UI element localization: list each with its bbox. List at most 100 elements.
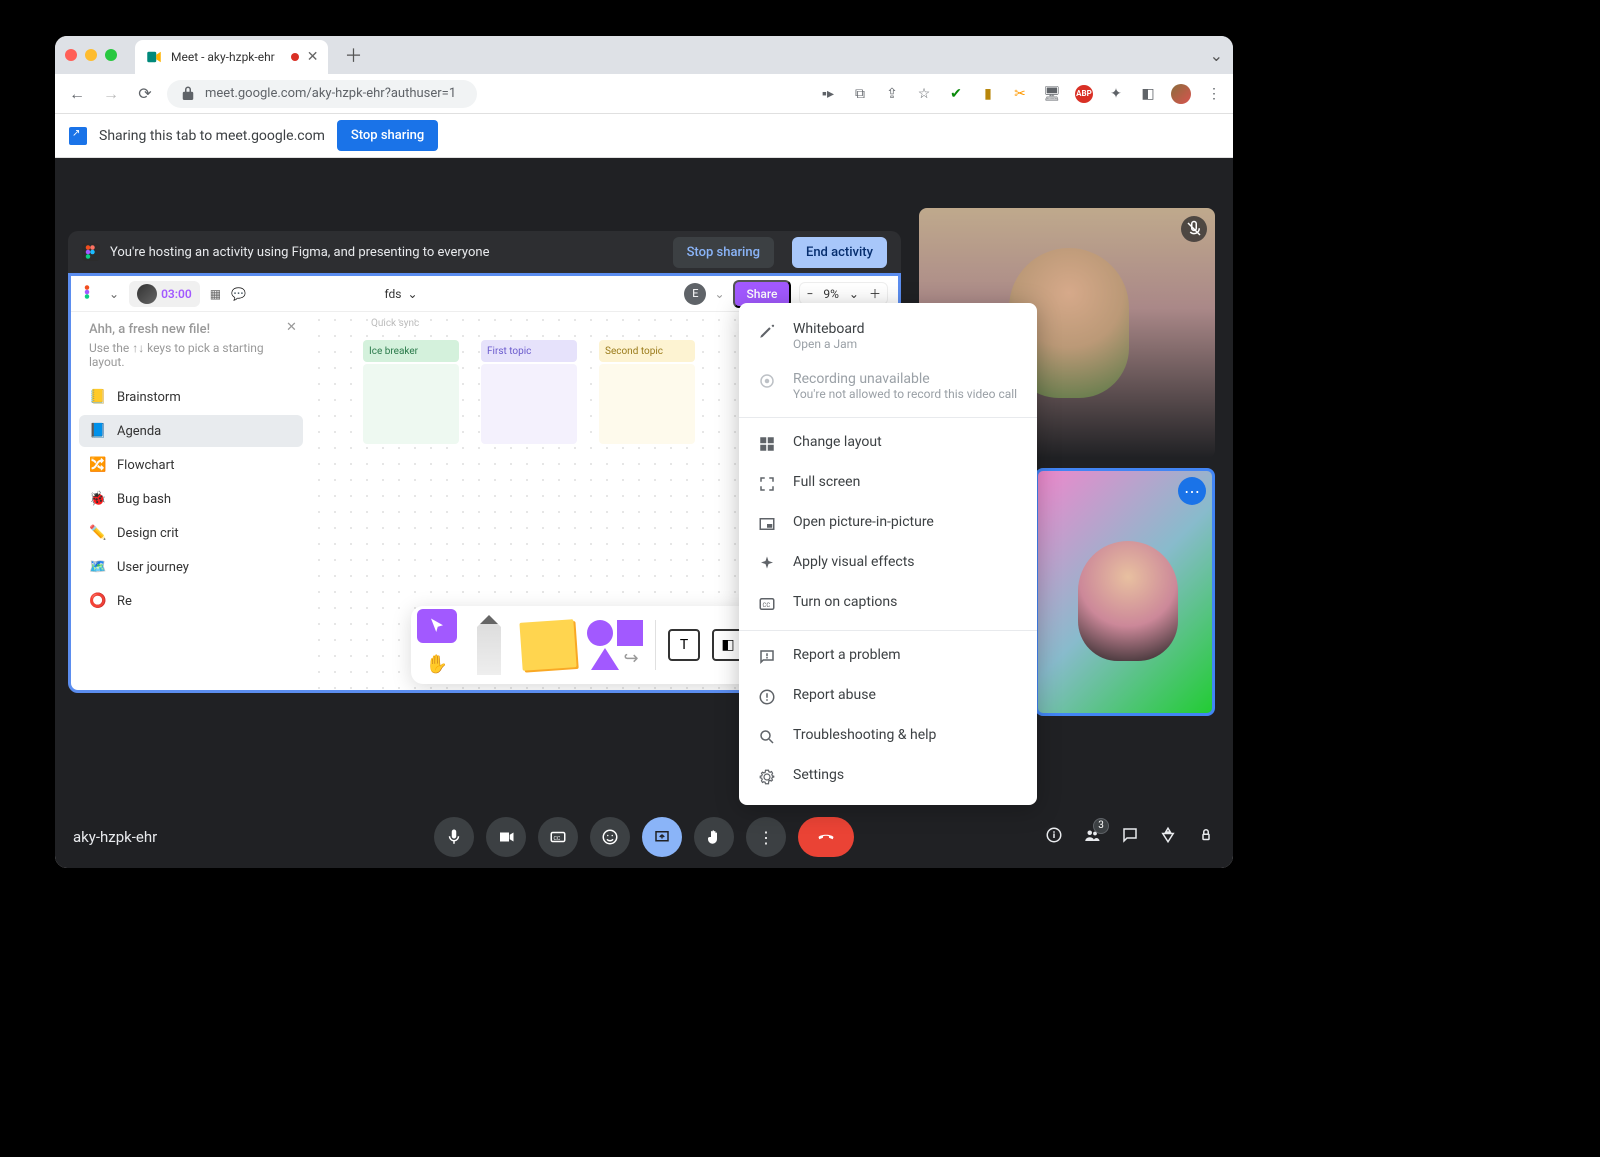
bookmark-icon[interactable]: ☆ bbox=[915, 85, 933, 103]
chat-button[interactable] bbox=[1121, 826, 1139, 849]
bug-icon: 🐞 bbox=[89, 490, 107, 508]
sticky-note-tool[interactable] bbox=[519, 619, 576, 671]
host-controls-button[interactable] bbox=[1197, 826, 1215, 849]
leave-call-button[interactable] bbox=[798, 817, 854, 857]
shapes-tool[interactable]: ↪ bbox=[587, 620, 643, 670]
stop-sharing-button[interactable]: Stop sharing bbox=[337, 120, 438, 151]
template-bugbash[interactable]: 🐞Bug bash bbox=[79, 483, 303, 515]
address-bar[interactable]: meet.google.com/aky-hzpk-ehr?authuser=1 bbox=[167, 80, 477, 108]
camera-icon[interactable]: ▪▸ bbox=[819, 85, 837, 103]
share-page-icon[interactable]: ⇪ bbox=[883, 85, 901, 103]
menu-visual-effects[interactable]: Apply visual effects bbox=[739, 544, 1037, 584]
reload-button[interactable]: ⟳ bbox=[133, 84, 157, 103]
warning-icon bbox=[757, 687, 777, 707]
extension-icon[interactable]: ✂ bbox=[1011, 85, 1029, 103]
figma-menu-icon[interactable] bbox=[81, 283, 99, 304]
tile-more-icon[interactable]: ⋯ bbox=[1178, 477, 1206, 505]
template-more[interactable]: ⭕Re bbox=[79, 585, 303, 617]
layout-icon[interactable]: ▦ bbox=[210, 287, 221, 301]
call-controls: CC ⋮ bbox=[434, 817, 854, 857]
captions-button[interactable]: CC bbox=[538, 817, 578, 857]
menu-troubleshoot[interactable]: Troubleshooting & help bbox=[739, 717, 1037, 757]
presenter-avatar[interactable]: E bbox=[684, 283, 706, 305]
chevron-down-icon[interactable]: ⌄ bbox=[714, 287, 724, 301]
extension-icon[interactable]: 🖥 bbox=[1043, 85, 1061, 103]
forward-button[interactable]: → bbox=[99, 84, 123, 104]
timer-chip[interactable]: 03:00 bbox=[129, 281, 200, 307]
template-userjourney[interactable]: 🗺️User journey bbox=[79, 551, 303, 583]
tab-overflow-icon[interactable]: ⌄ bbox=[1210, 46, 1223, 65]
self-tile[interactable]: ⋯ bbox=[1035, 468, 1215, 716]
sticky-header[interactable]: Ice breaker bbox=[363, 340, 459, 362]
menu-change-layout[interactable]: Change layout bbox=[739, 424, 1037, 464]
template-designcrit[interactable]: ✏️Design crit bbox=[79, 517, 303, 549]
maximize-window-icon[interactable] bbox=[105, 49, 117, 61]
figma-logo-icon bbox=[82, 243, 100, 261]
chevron-down-icon[interactable]: ⌄ bbox=[109, 287, 119, 301]
template-agenda[interactable]: 📘 Agenda bbox=[79, 415, 303, 447]
sticky-header[interactable]: First topic bbox=[481, 340, 577, 362]
svg-text:CC: CC bbox=[763, 602, 771, 609]
back-button[interactable]: ← bbox=[65, 84, 89, 104]
sticky-header[interactable]: Second topic bbox=[599, 340, 695, 362]
sticky-area[interactable] bbox=[363, 364, 459, 444]
close-tab-icon[interactable]: ✕ bbox=[307, 49, 319, 65]
template-label: Brainstorm bbox=[117, 390, 181, 405]
comment-icon[interactable]: 💬 bbox=[231, 287, 246, 301]
pencil-tool[interactable] bbox=[469, 615, 509, 675]
menu-whiteboard[interactable]: WhiteboardOpen a Jam bbox=[739, 311, 1037, 361]
menu-label: Apply visual effects bbox=[793, 554, 915, 570]
select-tool[interactable] bbox=[417, 609, 457, 643]
extensions-puzzle-icon[interactable]: ✦ bbox=[1107, 85, 1125, 103]
extension-icon[interactable]: ✔ bbox=[947, 85, 965, 103]
present-button[interactable] bbox=[642, 817, 682, 857]
flowchart-icon: 🔀 bbox=[89, 456, 107, 474]
sticky-area[interactable] bbox=[481, 364, 577, 444]
template-flowchart[interactable]: 🔀Flowchart bbox=[79, 449, 303, 481]
more-options-button[interactable]: ⋮ bbox=[746, 817, 786, 857]
sticky-area[interactable] bbox=[599, 364, 695, 444]
new-tab-button[interactable]: ＋ bbox=[344, 42, 362, 68]
hand-tool[interactable]: ✋ bbox=[417, 647, 457, 681]
captions-icon: CC bbox=[757, 594, 777, 614]
zoom-value[interactable]: 9% bbox=[823, 287, 839, 301]
close-window-icon[interactable] bbox=[65, 49, 77, 61]
menu-captions[interactable]: CCTurn on captions bbox=[739, 584, 1037, 624]
map-icon: 🗺️ bbox=[89, 558, 107, 576]
extension-icon[interactable]: ▮ bbox=[979, 85, 997, 103]
text-tool[interactable]: T bbox=[668, 629, 700, 661]
menu-report-abuse[interactable]: Report abuse bbox=[739, 677, 1037, 717]
menu-label: Change layout bbox=[793, 434, 882, 450]
zoom-in-button[interactable]: ＋ bbox=[869, 285, 881, 302]
zoom-out-button[interactable]: − bbox=[806, 287, 813, 301]
raise-hand-button[interactable] bbox=[694, 817, 734, 857]
right-controls: 3 bbox=[1045, 826, 1215, 849]
end-activity-button[interactable]: End activity bbox=[792, 237, 887, 268]
chrome-menu-icon[interactable]: ⋮ bbox=[1205, 85, 1223, 103]
camera-toggle-button[interactable] bbox=[486, 817, 526, 857]
stop-sharing-activity-button[interactable]: Stop sharing bbox=[673, 237, 774, 268]
profile-avatar[interactable] bbox=[1171, 84, 1191, 104]
chevron-down-icon[interactable]: ⌄ bbox=[849, 287, 859, 301]
activities-button[interactable] bbox=[1159, 826, 1177, 849]
template-brainstorm[interactable]: 📒Brainstorm bbox=[79, 381, 303, 413]
mic-toggle-button[interactable] bbox=[434, 817, 474, 857]
close-sidebar-icon[interactable]: ✕ bbox=[286, 320, 297, 335]
participants-button[interactable]: 3 bbox=[1083, 826, 1101, 849]
minimize-window-icon[interactable] bbox=[85, 49, 97, 61]
menu-settings[interactable]: Settings bbox=[739, 757, 1037, 797]
template-label: Agenda bbox=[117, 424, 161, 439]
agenda-icon: 📘 bbox=[89, 422, 107, 440]
figma-doc-title[interactable]: fds ⌄ bbox=[385, 287, 418, 301]
reactions-button[interactable] bbox=[590, 817, 630, 857]
menu-report-problem[interactable]: Report a problem bbox=[739, 637, 1037, 677]
url-text: meet.google.com/aky-hzpk-ehr?authuser=1 bbox=[205, 86, 456, 101]
menu-pip[interactable]: Open picture-in-picture bbox=[739, 504, 1037, 544]
meeting-details-button[interactable] bbox=[1045, 826, 1063, 849]
menu-full-screen[interactable]: Full screen bbox=[739, 464, 1037, 504]
browser-tab[interactable]: Meet - aky-hzpk-ehr ✕ bbox=[135, 40, 328, 74]
adblock-icon[interactable]: ABP bbox=[1075, 85, 1093, 103]
side-panel-icon[interactable]: ◧ bbox=[1139, 85, 1157, 103]
open-external-icon[interactable]: ⧉ bbox=[851, 85, 869, 103]
chevron-down-icon: ⌄ bbox=[408, 287, 418, 301]
